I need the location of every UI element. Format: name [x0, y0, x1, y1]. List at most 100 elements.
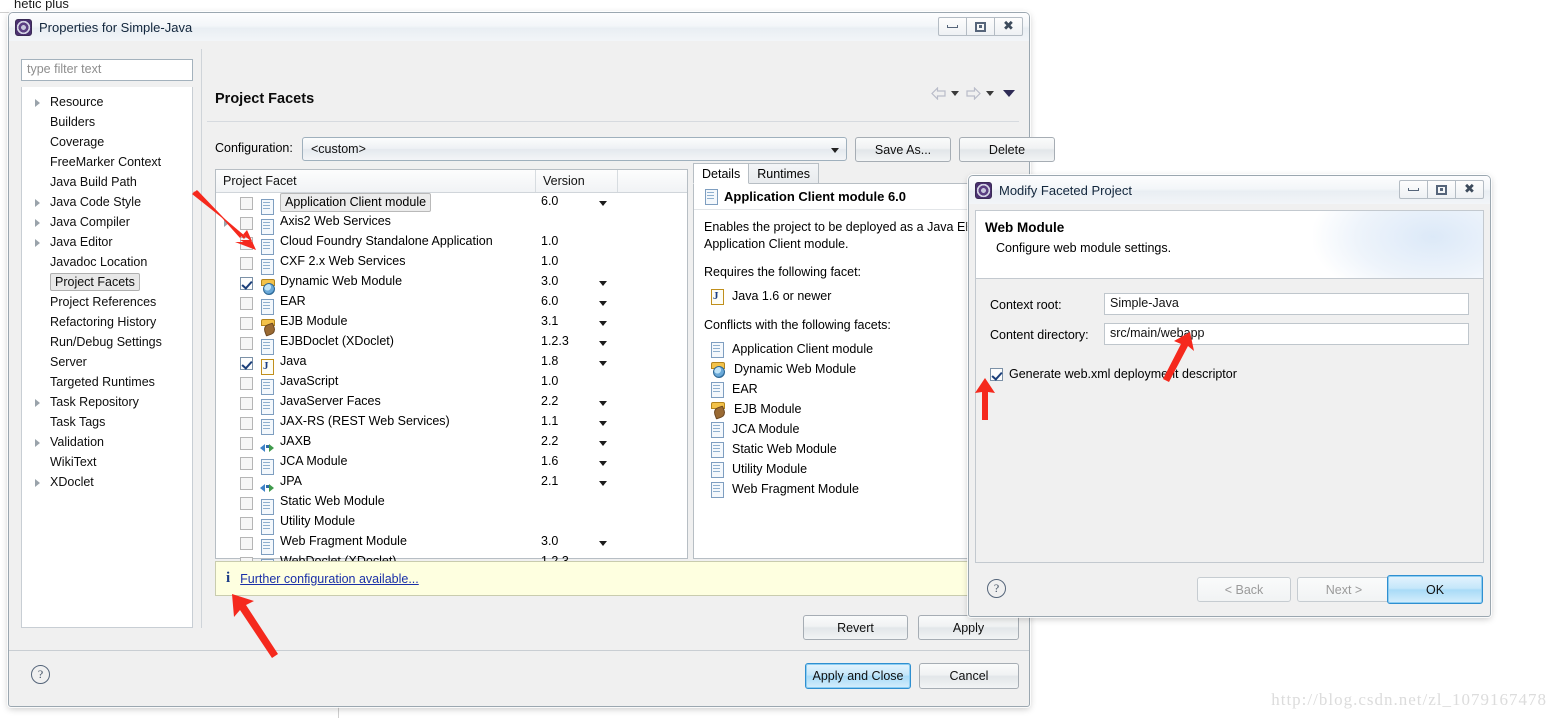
- modify-titlebar[interactable]: Modify Faceted Project ✖: [969, 176, 1490, 204]
- sidebar-item-server[interactable]: Server: [22, 352, 192, 372]
- generate-webxml-checkbox[interactable]: [990, 367, 1003, 381]
- facet-checkbox[interactable]: [240, 337, 253, 350]
- context-root-input[interactable]: Simple-Java: [1104, 293, 1469, 315]
- facet-row[interactable]: Web Fragment Module 3.0: [216, 533, 687, 555]
- column-header-extra[interactable]: [618, 170, 687, 192]
- cancel-button[interactable]: Cancel: [919, 663, 1019, 689]
- version-dropdown-icon[interactable]: [599, 541, 607, 546]
- sidebar-item-task-repository[interactable]: Task Repository: [22, 392, 192, 412]
- expand-triangle-icon[interactable]: [35, 99, 40, 107]
- facet-row[interactable]: CXF 2.x Web Services 1.0: [216, 253, 687, 275]
- configuration-combo[interactable]: <custom>: [302, 137, 847, 161]
- sidebar-item-coverage[interactable]: Coverage: [22, 132, 192, 152]
- further-configuration-link[interactable]: Further configuration available...: [240, 572, 419, 586]
- facet-row[interactable]: JavaServer Faces 2.2: [216, 393, 687, 415]
- facet-checkbox[interactable]: [240, 377, 253, 390]
- content-directory-input[interactable]: src/main/webapp: [1104, 323, 1469, 345]
- maximize-button[interactable]: [966, 17, 995, 36]
- facet-checkbox[interactable]: [240, 437, 253, 450]
- sidebar-item-task-tags[interactable]: Task Tags: [22, 412, 192, 432]
- expand-triangle-icon[interactable]: [35, 199, 40, 207]
- version-dropdown-icon[interactable]: [599, 341, 607, 346]
- sidebar-item-xdoclet[interactable]: XDoclet: [22, 472, 192, 492]
- back-dropdown-icon[interactable]: [951, 91, 959, 96]
- facet-row[interactable]: EJBDoclet (XDoclet) 1.2.3: [216, 333, 687, 355]
- ok-button[interactable]: OK: [1387, 575, 1483, 604]
- sidebar-item-wikitext[interactable]: WikiText: [22, 452, 192, 472]
- facet-row[interactable]: Dynamic Web Module 3.0: [216, 273, 687, 295]
- help-button[interactable]: ?: [31, 665, 50, 684]
- column-header-facet[interactable]: Project Facet: [216, 170, 536, 192]
- facet-checkbox[interactable]: [240, 237, 253, 250]
- sidebar-item-java-build-path[interactable]: Java Build Path: [22, 172, 192, 192]
- facet-checkbox[interactable]: [240, 217, 253, 230]
- facet-row[interactable]: JAXB 2.2: [216, 433, 687, 453]
- facet-checkbox[interactable]: [240, 397, 253, 410]
- sidebar-item-freemarker-context[interactable]: FreeMarker Context: [22, 152, 192, 172]
- properties-titlebar[interactable]: Properties for Simple-Java ✖: [9, 13, 1029, 41]
- facet-row[interactable]: Static Web Module: [216, 493, 687, 515]
- minimize-button[interactable]: [938, 17, 967, 36]
- close-button[interactable]: ✖: [994, 17, 1023, 36]
- sidebar-item-resource[interactable]: Resource: [22, 92, 192, 112]
- settings-tree[interactable]: Resource Builders Coverage FreeMarker Conte…: [21, 87, 193, 628]
- facet-checkbox[interactable]: [240, 497, 253, 510]
- version-dropdown-icon[interactable]: [599, 441, 607, 446]
- pane-splitter[interactable]: [201, 49, 202, 628]
- expand-triangle-icon[interactable]: [35, 219, 40, 227]
- version-dropdown-icon[interactable]: [599, 401, 607, 406]
- filter-input[interactable]: type filter text: [21, 59, 193, 81]
- sidebar-item-refactoring-history[interactable]: Refactoring History: [22, 312, 192, 332]
- facet-row[interactable]: Axis2 Web Services: [216, 213, 687, 235]
- generate-webxml-row[interactable]: Generate web.xml deployment descriptor: [990, 367, 1237, 381]
- back-button[interactable]: < Back: [1197, 577, 1291, 602]
- expand-triangle-icon[interactable]: [224, 219, 229, 227]
- facet-checkbox[interactable]: [240, 197, 253, 210]
- forward-dropdown-icon[interactable]: [986, 91, 994, 96]
- expand-triangle-icon[interactable]: [35, 479, 40, 487]
- facet-row[interactable]: Cloud Foundry Standalone Application 1.0: [216, 233, 687, 255]
- facet-row[interactable]: Application Client module 6.0: [216, 193, 687, 215]
- facet-row[interactable]: JavaScript 1.0: [216, 373, 687, 395]
- apply-and-close-button[interactable]: Apply and Close: [805, 663, 911, 689]
- sidebar-item-run-debug-settings[interactable]: Run/Debug Settings: [22, 332, 192, 352]
- delete-button[interactable]: Delete: [959, 137, 1055, 162]
- sidebar-item-java-code-style[interactable]: Java Code Style: [22, 192, 192, 212]
- facet-checkbox[interactable]: [240, 357, 253, 370]
- sidebar-item-validation[interactable]: Validation: [22, 432, 192, 452]
- help-button[interactable]: ?: [987, 579, 1006, 598]
- facet-checkbox[interactable]: [240, 317, 253, 330]
- facet-row[interactable]: JPA 2.1: [216, 473, 687, 493]
- facet-checkbox[interactable]: [240, 257, 253, 270]
- expand-triangle-icon[interactable]: [35, 399, 40, 407]
- back-arrow-icon[interactable]: [931, 87, 946, 100]
- facet-row[interactable]: EAR 6.0: [216, 293, 687, 315]
- sidebar-item-project-facets[interactable]: Project Facets: [22, 272, 192, 292]
- column-header-version[interactable]: Version: [536, 170, 618, 192]
- facet-table[interactable]: Project Facet Version Application Client…: [215, 169, 688, 575]
- facet-row[interactable]: JCA Module 1.6: [216, 453, 687, 475]
- version-dropdown-icon[interactable]: [599, 321, 607, 326]
- facet-row[interactable]: Java 1.8: [216, 353, 687, 375]
- version-dropdown-icon[interactable]: [599, 281, 607, 286]
- sidebar-item-targeted-runtimes[interactable]: Targeted Runtimes: [22, 372, 192, 392]
- version-dropdown-icon[interactable]: [599, 481, 607, 486]
- apply-button[interactable]: Apply: [918, 615, 1019, 640]
- facet-checkbox[interactable]: [240, 477, 253, 490]
- expand-triangle-icon[interactable]: [35, 439, 40, 447]
- facet-row[interactable]: JAX-RS (REST Web Services) 1.1: [216, 413, 687, 435]
- dropdown-menu-icon[interactable]: [1003, 90, 1015, 97]
- facet-checkbox[interactable]: [240, 457, 253, 470]
- minimize-button[interactable]: [1399, 180, 1428, 199]
- sidebar-item-builders[interactable]: Builders: [22, 112, 192, 132]
- version-dropdown-icon[interactable]: [599, 201, 607, 206]
- facet-row[interactable]: EJB Module 3.1: [216, 313, 687, 333]
- expand-triangle-icon[interactable]: [35, 239, 40, 247]
- sidebar-item-javadoc-location[interactable]: Javadoc Location: [22, 252, 192, 272]
- maximize-button[interactable]: [1427, 180, 1456, 199]
- facet-checkbox[interactable]: [240, 537, 253, 550]
- facet-checkbox[interactable]: [240, 517, 253, 530]
- close-button[interactable]: ✖: [1455, 180, 1484, 199]
- facet-checkbox[interactable]: [240, 297, 253, 310]
- facet-checkbox[interactable]: [240, 417, 253, 430]
